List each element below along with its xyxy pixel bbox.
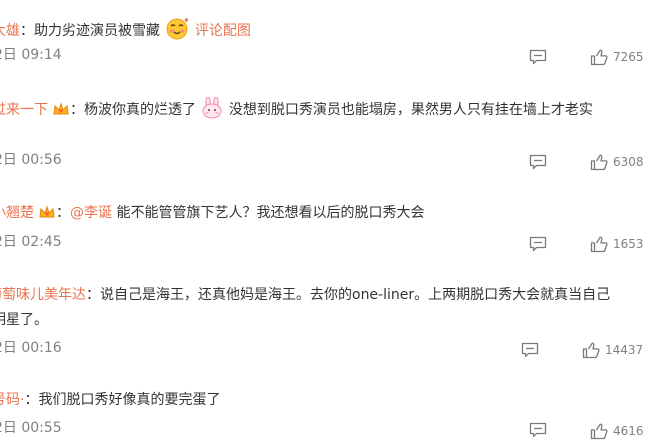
like-count: 14437 bbox=[605, 343, 644, 357]
thumbs-up-icon bbox=[590, 153, 608, 170]
comment-username[interactable]: 大雄 bbox=[0, 23, 20, 39]
comment-time: 2日 09:14 bbox=[0, 47, 62, 63]
blush-face-emoji bbox=[166, 18, 189, 40]
comment-username[interactable]: 葡萄味儿美年达 bbox=[0, 287, 86, 303]
comment-text-line: 明星了。 bbox=[0, 310, 48, 330]
comment-bubble-icon[interactable] bbox=[529, 49, 547, 65]
comment-list: 大雄：助力劣迹演员被雪藏 评论配图 2日 09:14 7265 bbox=[0, 0, 659, 448]
mention-link[interactable]: @李诞 bbox=[70, 205, 112, 221]
comment-username[interactable]: 过来一下 bbox=[0, 102, 48, 118]
comment-text-line: 号码·：我们脱口秀好像真的要完蛋了 bbox=[0, 390, 220, 410]
like-count: 4616 bbox=[613, 424, 644, 438]
comment-time: 2日 00:56 bbox=[0, 152, 62, 168]
bunny-face-emoji bbox=[202, 97, 222, 119]
like-count: 1653 bbox=[613, 237, 644, 251]
comment-text: 明星了。 bbox=[0, 312, 48, 328]
thumbs-up-icon bbox=[590, 422, 608, 439]
comment-time: 2日 00:16 bbox=[0, 340, 62, 356]
like-button[interactable]: 4616 bbox=[590, 421, 644, 441]
comment-bubble-icon[interactable] bbox=[529, 422, 547, 438]
comment-colon: ： bbox=[24, 392, 39, 408]
like-button[interactable]: 7265 bbox=[590, 47, 644, 67]
comment-time: 2日 02:45 bbox=[0, 234, 62, 250]
thumbs-up-icon bbox=[590, 235, 608, 252]
crown-badge-icon bbox=[39, 205, 55, 218]
comment-bubble-icon[interactable] bbox=[521, 342, 539, 358]
comment-bubble-icon[interactable] bbox=[529, 154, 547, 170]
comment-text: 说自己是海王，还真他妈是海王。去你的one-liner。上两期脱口秀大会就真当自… bbox=[100, 287, 611, 303]
comment-text: 没想到脱口秀演员也能塌房，果然男人只有挂在墙上才老实 bbox=[228, 102, 593, 118]
comment-text-line: 过来一下 ：杨波你真的烂透了 没想到脱口秀演员也能塌房，果然男人只有挂在墙上才老… bbox=[0, 97, 593, 120]
like-button[interactable]: 1653 bbox=[590, 234, 644, 254]
comment-username[interactable]: 号码· bbox=[0, 392, 24, 408]
comment-colon: ： bbox=[20, 23, 34, 39]
like-button[interactable]: 6308 bbox=[590, 152, 644, 172]
comment-text: 助力劣迹演员被雪藏 bbox=[34, 23, 160, 39]
thumbs-up-icon bbox=[590, 48, 608, 65]
comment-text: 能不能管管旗下艺人？我还想看以后的脱口秀大会 bbox=[116, 205, 425, 221]
comment-bubble-icon[interactable] bbox=[529, 236, 547, 252]
like-count: 6308 bbox=[613, 155, 644, 169]
comment-text: 杨波你真的烂透了 bbox=[84, 102, 196, 118]
comment-colon: ： bbox=[86, 287, 100, 303]
comment-colon: ： bbox=[70, 102, 84, 118]
thumbs-up-icon bbox=[582, 341, 600, 358]
view-image-link[interactable]: 评论配图 bbox=[195, 23, 251, 39]
comment-text-line: 小翘楚 ：@李诞 能不能管管旗下艺人？我还想看以后的脱口秀大会 bbox=[0, 203, 424, 223]
comment-colon: ： bbox=[56, 205, 70, 221]
like-count: 7265 bbox=[613, 50, 644, 64]
comment-text-line: 大雄：助力劣迹演员被雪藏 评论配图 bbox=[0, 16, 251, 41]
comment-time: 2日 00:55 bbox=[0, 420, 62, 436]
crown-badge-icon bbox=[53, 102, 69, 115]
like-button[interactable]: 14437 bbox=[582, 340, 643, 360]
comment-username[interactable]: 小翘楚 bbox=[0, 205, 34, 221]
comment-text: 我们脱口秀好像真的要完蛋了 bbox=[38, 392, 221, 408]
comment-text-line: 葡萄味儿美年达：说自己是海王，还真他妈是海王。去你的one-liner。上两期脱… bbox=[0, 285, 610, 305]
